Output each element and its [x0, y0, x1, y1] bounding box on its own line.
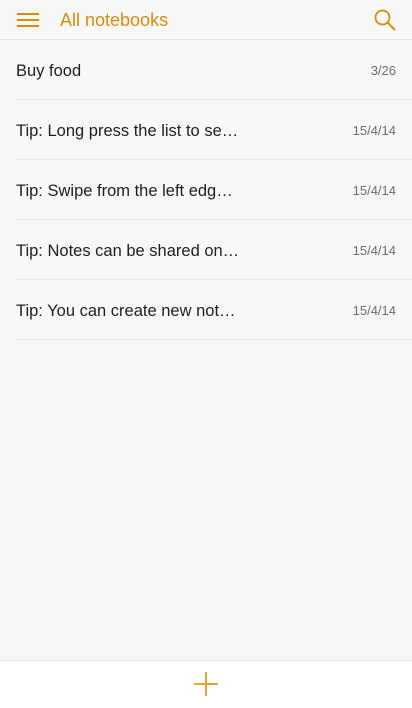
note-date: 15/4/14 — [352, 123, 396, 138]
search-icon — [374, 9, 396, 31]
hamburger-menu-icon — [17, 13, 39, 27]
note-item[interactable]: Tip: You can create new not… 15/4/14 — [0, 280, 412, 340]
note-date: 15/4/14 — [352, 183, 396, 198]
notes-app: All notebooks Buy food 3/26 Tip: Long pr… — [0, 0, 412, 708]
note-item[interactable]: Tip: Swipe from the left edg… 15/4/14 — [0, 160, 412, 220]
note-title: Tip: Notes can be shared on… — [16, 242, 240, 260]
note-title: Tip: Long press the list to se… — [16, 122, 239, 140]
bottom-bar — [0, 660, 412, 708]
page-title: All notebooks — [60, 10, 169, 30]
search-button[interactable] — [370, 6, 400, 34]
note-date: 15/4/14 — [352, 243, 396, 258]
note-date: 15/4/14 — [352, 303, 396, 318]
note-list: Buy food 3/26 Tip: Long press the list t… — [0, 40, 412, 340]
menu-button[interactable] — [10, 6, 46, 34]
note-title: Tip: You can create new not… — [16, 302, 236, 320]
note-date: 3/26 — [370, 63, 396, 78]
note-title: Tip: Swipe from the left edg… — [16, 182, 233, 200]
add-note-button[interactable] — [193, 671, 219, 697]
note-item[interactable]: Buy food 3/26 — [0, 40, 412, 100]
plus-icon — [194, 672, 218, 696]
note-item[interactable]: Tip: Notes can be shared on… 15/4/14 — [0, 220, 412, 280]
top-bar: All notebooks — [0, 0, 412, 40]
note-item[interactable]: Tip: Long press the list to se… 15/4/14 — [0, 100, 412, 160]
note-title: Buy food — [16, 62, 82, 80]
